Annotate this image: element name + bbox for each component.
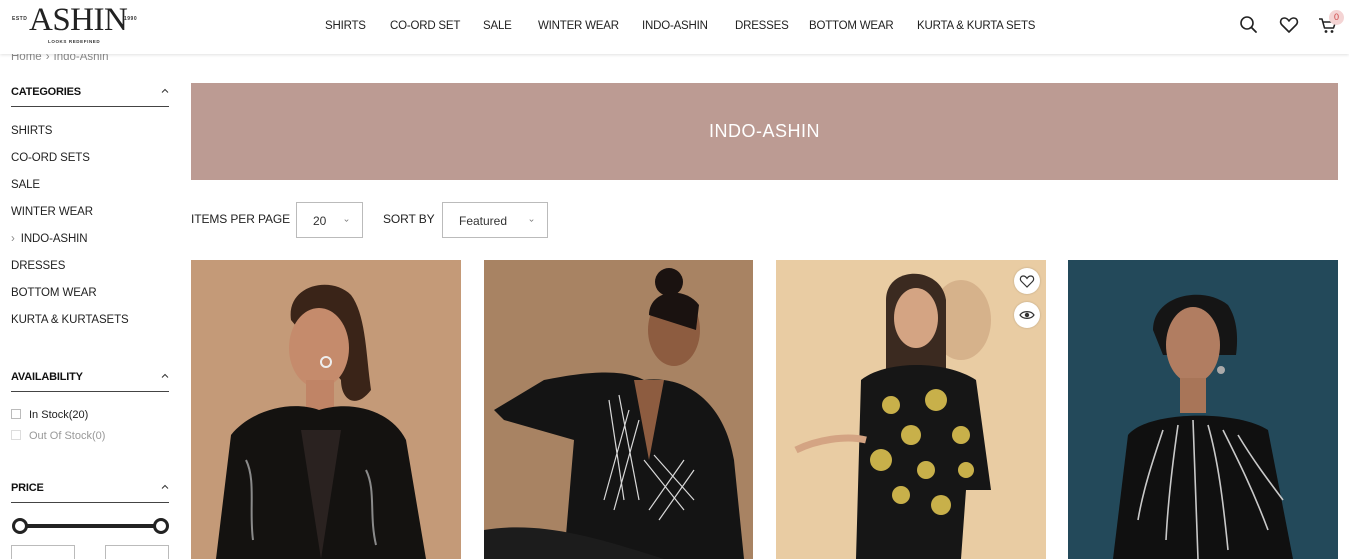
price-title[interactable]: PRICE [11, 482, 169, 503]
price-min-input[interactable] [11, 545, 75, 559]
cart-count-badge: 0 [1329, 10, 1344, 25]
price-max-input[interactable] [105, 545, 169, 559]
category-dresses[interactable]: DRESSES [11, 260, 65, 272]
category-indo-ashin[interactable]: › INDO-ASHIN [11, 233, 88, 245]
price-title-label: PRICE [11, 482, 44, 494]
category-co-ord-sets[interactable]: CO-ORD SETS [11, 152, 90, 164]
wishlist-button[interactable] [1014, 268, 1040, 294]
eye-icon [1019, 311, 1035, 319]
nav-dresses[interactable]: DRESSES [735, 20, 789, 32]
quick-view-button[interactable] [1014, 302, 1040, 328]
logo-tagline: LOOKS REDEFINED [48, 39, 101, 44]
chevron-up-icon [161, 484, 169, 489]
main-nav: SHIRTS CO-ORD SET SALE WINTER WEAR INDO-… [0, 20, 1349, 36]
sort-by-label: SORT BY [383, 212, 435, 226]
price-range-slider[interactable] [12, 518, 169, 534]
categories-title-label: CATEGORIES [11, 86, 81, 98]
heart-icon [1019, 275, 1035, 288]
chevron-down-icon [344, 219, 349, 222]
chevron-up-icon [161, 373, 169, 378]
category-sale[interactable]: SALE [11, 179, 40, 191]
items-per-page-label: ITEMS PER PAGE [191, 212, 291, 226]
slider-max-handle[interactable] [153, 518, 169, 534]
product-card[interactable] [776, 260, 1046, 559]
availability-title[interactable]: AVAILABILITY [11, 371, 169, 392]
sort-by-value: Featured [459, 214, 508, 228]
categories-title[interactable]: CATEGORIES [11, 86, 169, 107]
heart-icon[interactable] [1278, 14, 1300, 36]
product-card[interactable] [484, 260, 754, 559]
nav-kurta-sets[interactable]: KURTA & KURTA SETS [917, 20, 1035, 32]
category-shirts[interactable]: SHIRTS [11, 125, 52, 137]
product-image[interactable] [1068, 260, 1338, 559]
chevron-up-icon [161, 88, 169, 93]
product-image[interactable] [484, 260, 753, 559]
chevron-right-icon: › [11, 233, 15, 245]
category-kurta-sets[interactable]: KURTA & KURTASETS [11, 314, 129, 326]
chevron-down-icon [529, 219, 534, 222]
availability-out-of-stock-label: Out Of Stock(0) [29, 430, 106, 442]
nav-winter-wear[interactable]: WINTER WEAR [538, 20, 619, 32]
nav-shirts[interactable]: SHIRTS [325, 20, 366, 32]
slider-min-handle[interactable] [12, 518, 28, 534]
product-card[interactable] [191, 260, 461, 559]
availability-in-stock-label: In Stock(20) [29, 409, 89, 421]
collection-title: INDO-ASHIN [708, 121, 820, 141]
product-image[interactable] [191, 260, 461, 559]
checkbox[interactable] [11, 409, 21, 419]
nav-co-ord-set[interactable]: CO-ORD SET [390, 20, 460, 32]
category-winter-wear[interactable]: WINTER WEAR [11, 206, 93, 218]
nav-bottom-wear[interactable]: BOTTOM WEAR [809, 20, 894, 32]
category-indo-ashin-label: INDO-ASHIN [20, 233, 88, 245]
collection-banner: INDO-ASHIN [191, 83, 1338, 180]
product-image[interactable] [776, 260, 1046, 559]
nav-indo-ashin[interactable]: INDO-ASHIN [642, 20, 708, 32]
items-per-page-value: 20 [313, 214, 327, 228]
checkbox [11, 430, 21, 440]
sort-by-select[interactable]: Featured [442, 202, 548, 238]
slider-track [18, 524, 162, 528]
product-card[interactable] [1068, 260, 1338, 559]
search-icon[interactable] [1238, 14, 1260, 36]
site-header: ESTD ASHIN 1990 LOOKS REDEFINED SHIRTS C… [0, 0, 1349, 54]
items-per-page-select[interactable]: 20 [296, 202, 363, 238]
nav-sale[interactable]: SALE [483, 20, 512, 32]
availability-in-stock[interactable]: In Stock(20) [11, 409, 88, 421]
availability-title-label: AVAILABILITY [11, 371, 83, 383]
category-bottom-wear[interactable]: BOTTOM WEAR [11, 287, 97, 299]
availability-out-of-stock: Out Of Stock(0) [11, 430, 105, 442]
